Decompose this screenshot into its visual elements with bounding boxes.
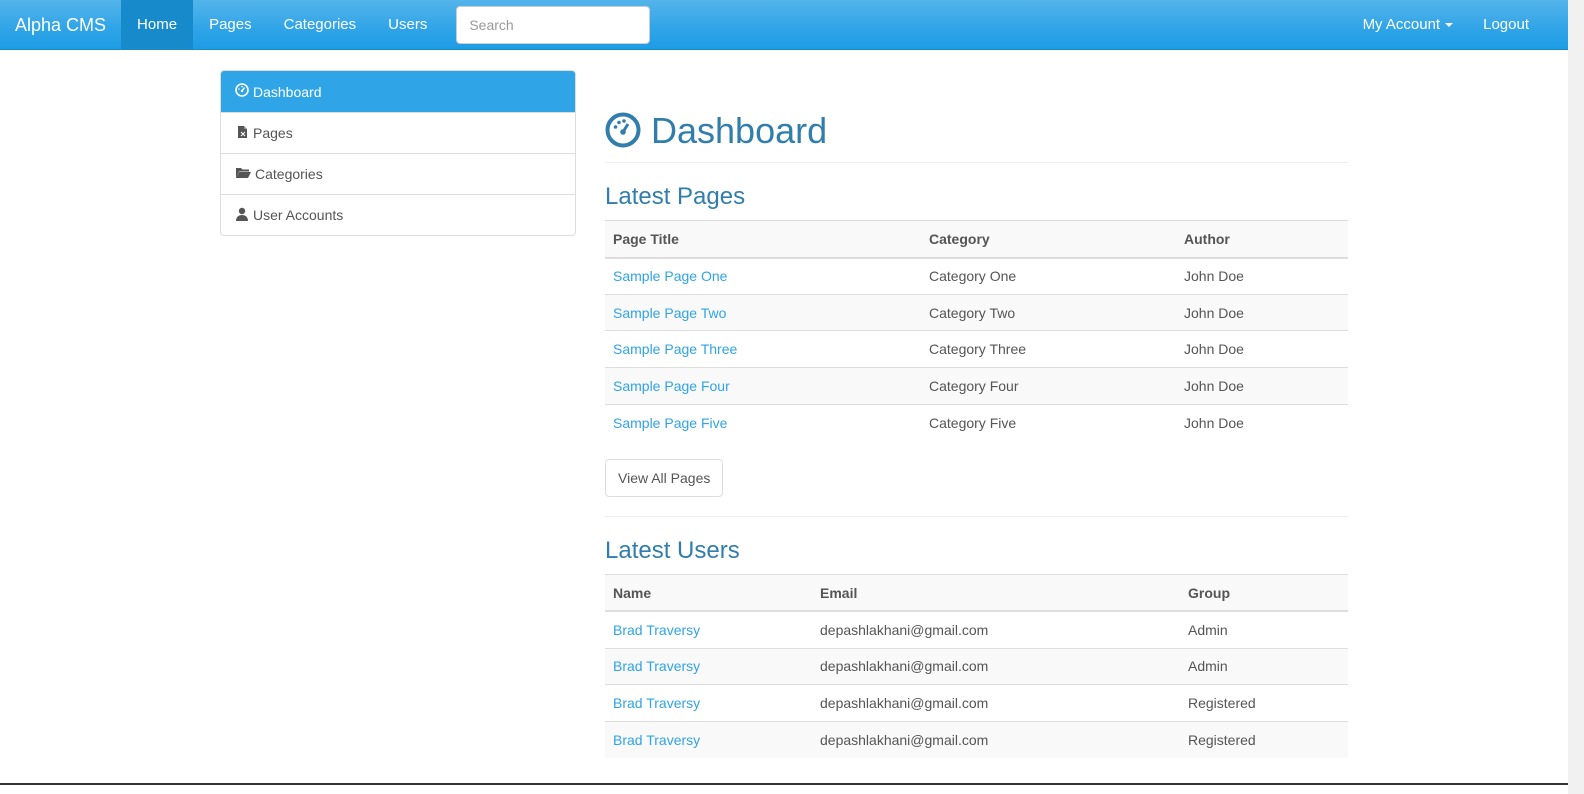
main-content: Dashboard Latest Pages Page Title Catego…: [605, 70, 1348, 759]
search-input[interactable]: [456, 5, 651, 44]
table-row: Brad Traversy depashlakhani@gmail.com Ad…: [605, 610, 1348, 649]
sidebar-item-categories[interactable]: Categories: [221, 153, 575, 194]
column-header: Author: [1176, 220, 1348, 259]
user-link[interactable]: Brad Traversy: [613, 732, 700, 748]
file-icon: [235, 125, 253, 142]
table-row: Sample Page Three Category Three John Do…: [605, 330, 1348, 368]
table-row: Brad Traversy depashlakhani@gmail.com Re…: [605, 721, 1348, 759]
sidebar-item-label: Categories: [255, 166, 323, 182]
sidebar-menu: Dashboard Pages Categories User Accounts: [220, 70, 576, 236]
brand-logo[interactable]: Alpha CMS: [0, 0, 121, 50]
table-row: Sample Page One Category One John Doe: [605, 257, 1348, 295]
caret-down-icon: [1445, 23, 1454, 28]
page-link[interactable]: Sample Page Five: [613, 415, 727, 431]
table-cell: John Doe: [1176, 367, 1348, 405]
folder-open-icon: [235, 166, 255, 183]
dashboard-icon: [235, 83, 253, 100]
sidebar-item-label: Pages: [253, 125, 293, 141]
user-link[interactable]: Brad Traversy: [613, 622, 700, 638]
table-cell: depashlakhani@gmail.com: [812, 721, 1180, 759]
user-icon: [235, 207, 253, 224]
table-row: Brad Traversy depashlakhani@gmail.com Re…: [605, 684, 1348, 722]
table-cell: depashlakhani@gmail.com: [812, 684, 1180, 722]
table-cell: Category Two: [921, 293, 1176, 331]
vertical-scrollbar[interactable]: [1568, 0, 1584, 794]
latest-pages-table: Page Title Category Author Sample Page O…: [605, 220, 1348, 441]
latest-users-title: Latest Users: [605, 536, 740, 564]
latest-users-table: Name Email Group Brad Traversy depashlak…: [605, 573, 1348, 759]
column-header: Group: [1180, 573, 1348, 613]
table-row: Sample Page Five Category Five John Doe: [605, 403, 1348, 441]
nav-home[interactable]: Home: [121, 0, 194, 50]
column-header: Name: [605, 573, 812, 613]
top-navbar: Alpha CMS Home Pages Categories Users My…: [0, 0, 1568, 50]
table-cell: Admin: [1180, 647, 1348, 685]
sidebar-item-dashboard[interactable]: Dashboard: [221, 71, 575, 112]
view-all-pages-button[interactable]: View All Pages: [605, 458, 724, 497]
nav-pages[interactable]: Pages: [193, 0, 268, 50]
table-cell: John Doe: [1176, 330, 1348, 368]
column-header: Email: [812, 573, 1180, 613]
sidebar-item-user-accounts[interactable]: User Accounts: [221, 194, 575, 235]
table-cell: Category Three: [921, 330, 1176, 368]
table-cell: depashlakhani@gmail.com: [812, 610, 1180, 649]
table-row: Sample Page Two Category Two John Doe: [605, 293, 1348, 331]
page-link[interactable]: Sample Page Four: [613, 378, 730, 394]
table-cell: John Doe: [1176, 293, 1348, 331]
sidebar-item-pages[interactable]: Pages: [221, 112, 575, 153]
nav-categories[interactable]: Categories: [268, 0, 373, 50]
table-cell: depashlakhani@gmail.com: [812, 647, 1180, 685]
table-cell: Category Five: [921, 403, 1176, 441]
column-header: Page Title: [605, 220, 921, 259]
table-cell: Admin: [1180, 610, 1348, 649]
nav-right: My Account Logout: [1347, 0, 1568, 50]
user-link[interactable]: Brad Traversy: [613, 695, 700, 711]
table-cell: Category Four: [921, 367, 1176, 405]
table-cell: John Doe: [1176, 257, 1348, 295]
page-header: Dashboard: [605, 108, 1348, 163]
table-cell: Category One: [921, 257, 1176, 295]
sidebar-item-label: Dashboard: [253, 83, 322, 100]
table-row: Brad Traversy depashlakhani@gmail.com Ad…: [605, 647, 1348, 685]
logout-link[interactable]: Logout: [1469, 0, 1568, 50]
table-row: Sample Page Four Category Four John Doe: [605, 367, 1348, 405]
table-cell: Registered: [1180, 721, 1348, 759]
table-cell: John Doe: [1176, 403, 1348, 441]
dashboard-icon: [605, 112, 641, 151]
my-account-dropdown[interactable]: My Account: [1347, 0, 1470, 50]
nav-users[interactable]: Users: [372, 0, 443, 50]
latest-pages-title: Latest Pages: [605, 183, 746, 210]
window-bottom-edge: [0, 783, 1568, 785]
page-title: Dashboard: [651, 110, 828, 151]
section-divider: [605, 515, 1348, 517]
sidebar-item-label: User Accounts: [253, 207, 344, 223]
page-link[interactable]: Sample Page One: [613, 268, 727, 284]
user-link[interactable]: Brad Traversy: [613, 658, 700, 674]
page-link[interactable]: Sample Page Three: [613, 341, 737, 357]
page-link[interactable]: Sample Page Two: [613, 305, 726, 321]
table-cell: Registered: [1180, 684, 1348, 722]
column-header: Category: [921, 220, 1176, 259]
my-account-label: My Account: [1362, 16, 1441, 33]
